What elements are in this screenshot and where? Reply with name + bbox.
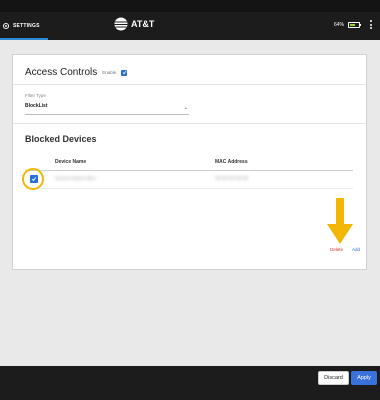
tab-active-indicator — [0, 38, 48, 40]
enable-label: Enable — [102, 70, 117, 75]
battery-fill — [350, 24, 356, 26]
app-header: SETTINGS AT&T 64% — [0, 12, 380, 40]
delete-link[interactable]: Delete — [330, 247, 343, 252]
highlight-circle — [22, 168, 44, 190]
footer-bar: Discard Apply — [0, 366, 380, 400]
chevron-down-icon: ⌄ — [183, 105, 188, 111]
brand-name: AT&T — [131, 19, 155, 29]
filter-type-select[interactable]: Filter Type BlockList ⌄ — [25, 93, 189, 115]
section-title: Blocked Devices — [25, 134, 97, 144]
table-row: Device-Name-Blur 00:00:00:00:00 — [25, 171, 353, 189]
brand: AT&T — [114, 17, 154, 31]
mac-address-cell: 00:00:00:00:00 — [215, 176, 249, 182]
battery-percent: 64% — [333, 22, 344, 28]
battery-icon — [348, 22, 361, 28]
access-controls-card: Access Controls Enable Filter Type Block… — [12, 54, 367, 270]
status-strip — [0, 0, 380, 12]
access-controls-header: Access Controls Enable — [25, 67, 128, 78]
enable-checkbox[interactable] — [121, 69, 128, 76]
att-globe-icon — [114, 17, 128, 31]
row-actions: Delete Add — [330, 247, 360, 252]
device-name-cell: Device-Name-Blur — [55, 176, 96, 182]
divider — [13, 84, 366, 85]
table-header: Device Name MAC Address — [25, 157, 353, 171]
more-options-icon[interactable] — [369, 20, 373, 29]
filter-type-value: BlockList — [25, 103, 48, 109]
arrow-down-icon — [327, 198, 353, 244]
page-title: Access Controls — [25, 67, 98, 78]
gear-icon — [2, 22, 10, 30]
filter-type-label: Filter Type — [25, 93, 46, 98]
blocked-devices-table: Device Name MAC Address Device-Name-Blur… — [25, 157, 353, 189]
column-header-device-name: Device Name — [55, 159, 87, 165]
check-icon — [122, 71, 127, 75]
apply-button[interactable]: Apply — [351, 371, 377, 385]
tab-settings[interactable]: SETTINGS — [0, 12, 48, 40]
add-link[interactable]: Add — [352, 247, 360, 252]
column-header-mac-address: MAC Address — [215, 159, 248, 165]
divider — [13, 123, 366, 124]
battery-status: 64% — [333, 22, 361, 28]
tab-settings-label: SETTINGS — [13, 23, 40, 29]
discard-button[interactable]: Discard — [318, 371, 349, 385]
